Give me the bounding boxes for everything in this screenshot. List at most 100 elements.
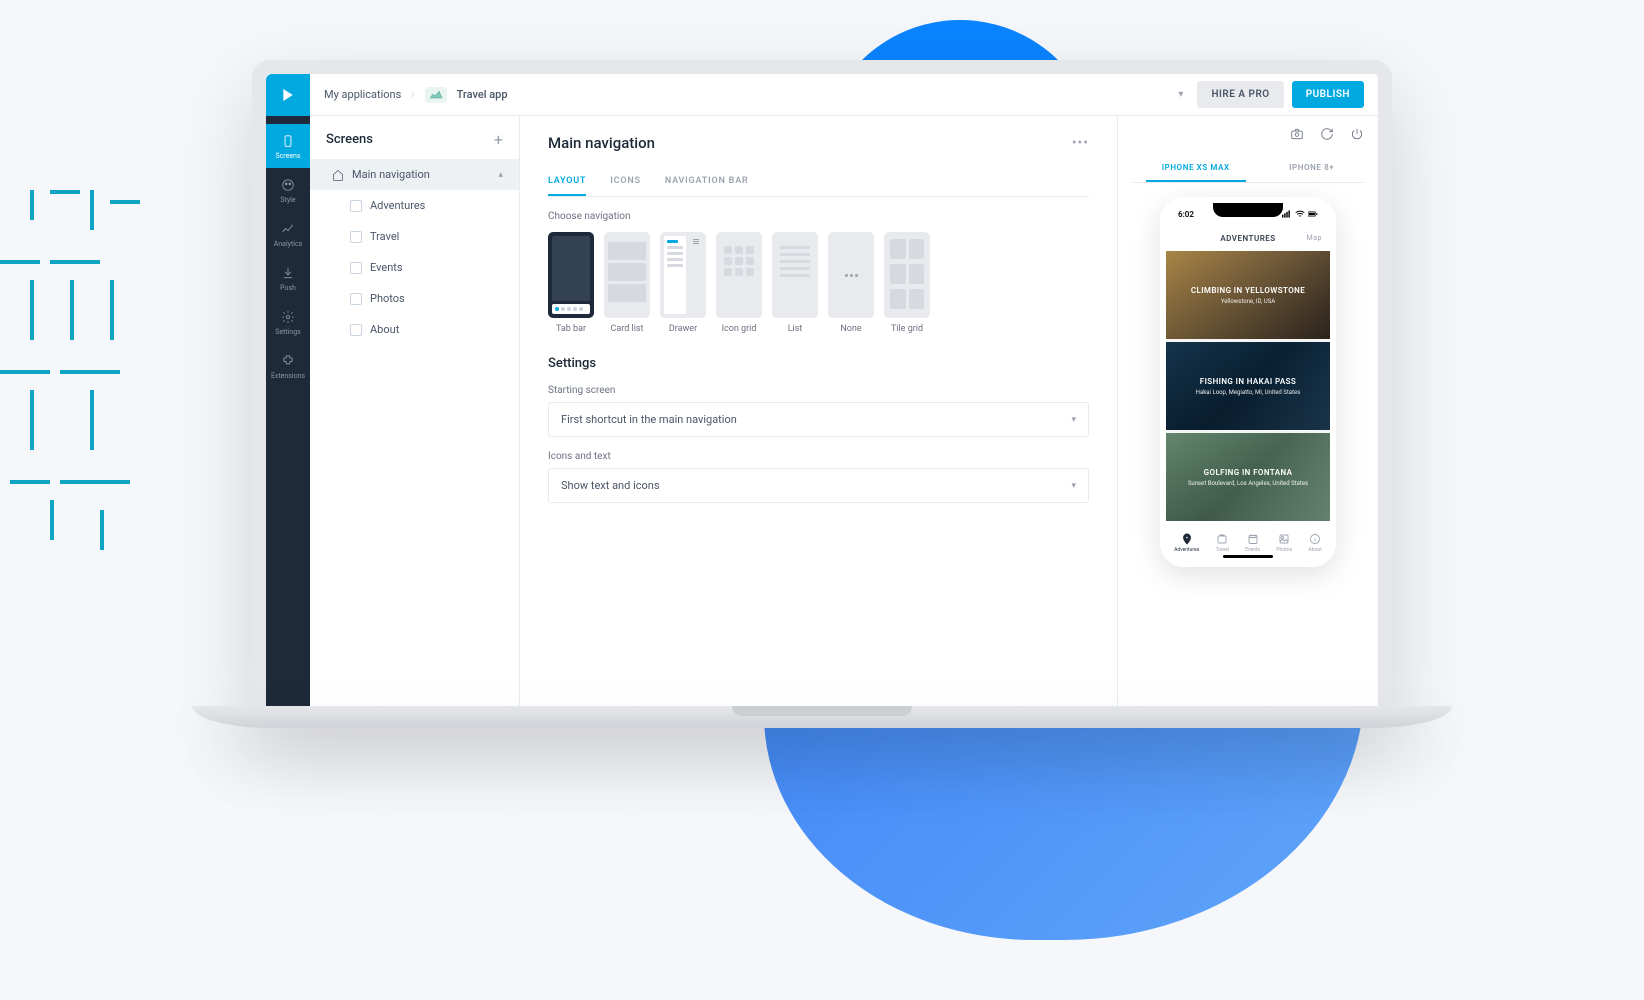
screen-item-adventures[interactable]: Adventures — [310, 190, 519, 221]
device-tab-8plus[interactable]: IPHONE 8+ — [1273, 155, 1350, 182]
adventure-card-fishing[interactable]: FISHING IN HAKAI PASS Hakai Loop, Megiat… — [1166, 342, 1330, 430]
phone-map-button[interactable]: Map — [1307, 234, 1322, 242]
phone-tab-events[interactable]: Events — [1245, 533, 1260, 553]
nav-option-label: Card list — [611, 324, 644, 334]
screen-item-travel[interactable]: Travel — [310, 221, 519, 252]
main-layout: Screens Style Analytics Push Settings — [266, 116, 1378, 720]
tab-label: Adventures — [1174, 547, 1199, 553]
rail-item-settings[interactable]: Settings — [266, 300, 310, 344]
push-icon — [280, 266, 296, 280]
phone-tab-about[interactable]: About — [1309, 533, 1322, 553]
choose-nav-label: Choose navigation — [548, 211, 1089, 222]
laptop-trackpad-notch — [732, 706, 912, 716]
refresh-icon[interactable] — [1320, 126, 1334, 145]
dropdown-chevron-icon[interactable]: ▾ — [1172, 83, 1189, 106]
power-icon[interactable] — [1350, 126, 1364, 145]
nav-option-tab-bar[interactable]: Tab bar — [548, 232, 594, 334]
nav-option-card-list[interactable]: Card list — [604, 232, 650, 334]
hire-pro-button[interactable]: HIRE A PRO — [1197, 81, 1283, 108]
battery-icon — [1308, 210, 1318, 218]
icons-text-select[interactable]: Show text and icons ▾ — [548, 468, 1089, 503]
nav-thumb-cardlist — [604, 232, 650, 318]
screen-icon — [350, 293, 362, 305]
screen-item-about[interactable]: About — [310, 314, 519, 345]
select-value: First shortcut in the main navigation — [561, 413, 737, 426]
nav-option-list[interactable]: List — [772, 232, 818, 334]
phone-content: CLIMBING IN YELLOWSTONE Yellowstone, ID,… — [1166, 251, 1330, 521]
rail-label: Settings — [275, 328, 301, 336]
screen-item-photos[interactable]: Photos — [310, 283, 519, 314]
nav-option-drawer[interactable]: Drawer — [660, 232, 706, 334]
photos-icon — [1278, 533, 1290, 545]
screen-item-label: Events — [370, 261, 403, 274]
breadcrumb-root[interactable]: My applications — [324, 88, 401, 101]
device-tab-xs-max[interactable]: IPHONE XS MAX — [1146, 155, 1246, 182]
phone-tab-travel[interactable]: Travel — [1216, 533, 1229, 553]
signal-icon — [1282, 210, 1292, 218]
home-icon — [332, 169, 344, 181]
nav-option-tile-grid[interactable]: Tile grid — [884, 232, 930, 334]
topbar: My applications › Travel app ▾ HIRE A PR… — [266, 74, 1378, 116]
rail-item-analytics[interactable]: Analytics — [266, 212, 310, 256]
rail-label: Analytics — [274, 240, 303, 248]
nav-thumb-none — [828, 232, 874, 318]
screen-item-label: About — [370, 323, 399, 336]
device-tabs: IPHONE XS MAX IPHONE 8+ — [1132, 155, 1364, 183]
field-icons-text: Icons and text Show text and icons ▾ — [548, 451, 1089, 503]
gear-icon — [280, 310, 296, 324]
nav-thumb-drawer — [660, 232, 706, 318]
nav-option-label: Drawer — [669, 324, 697, 334]
home-indicator — [1223, 555, 1273, 558]
breadcrumb-app-name[interactable]: Travel app — [457, 88, 508, 101]
app-logo[interactable] — [266, 74, 310, 116]
nav-option-label: List — [788, 324, 803, 334]
phone-header-title: ADVENTURES — [1220, 234, 1275, 243]
publish-button[interactable]: PUBLISH — [1292, 81, 1364, 108]
center-tabs: LAYOUT ICONS NAVIGATION BAR — [548, 168, 1089, 197]
rail-item-style[interactable]: Style — [266, 168, 310, 212]
adventure-card-climbing[interactable]: CLIMBING IN YELLOWSTONE Yellowstone, ID,… — [1166, 251, 1330, 339]
card-subtitle: Yellowstone, ID, USA — [1221, 298, 1275, 305]
rail-item-push[interactable]: Push — [266, 256, 310, 300]
screen-item-events[interactable]: Events — [310, 252, 519, 283]
card-title: CLIMBING IN YELLOWSTONE — [1191, 286, 1305, 295]
tab-layout[interactable]: LAYOUT — [548, 168, 586, 196]
add-screen-button[interactable]: + — [494, 130, 503, 149]
collapse-icon: ▴ — [498, 170, 503, 180]
starting-screen-select[interactable]: First shortcut in the main navigation ▾ — [548, 402, 1089, 437]
rail-label: Screens — [275, 152, 300, 160]
nav-option-none[interactable]: None — [828, 232, 874, 334]
topbar-actions: ▾ HIRE A PRO PUBLISH — [1172, 81, 1378, 108]
camera-icon[interactable] — [1290, 126, 1304, 145]
nav-thumb-icongrid — [716, 232, 762, 318]
phone-tab-adventures[interactable]: Adventures — [1174, 533, 1199, 553]
nav-thumb-tabbar — [548, 232, 594, 318]
chevron-right-icon: › — [411, 88, 414, 101]
breadcrumb: My applications › Travel app — [310, 87, 522, 103]
field-label: Icons and text — [548, 451, 1089, 462]
more-menu-button[interactable]: ••• — [1072, 135, 1089, 151]
tab-label: About — [1309, 547, 1322, 553]
adventure-card-golfing[interactable]: GOLFING IN FONTANA Sunset Boulevard, Los… — [1166, 433, 1330, 521]
style-icon — [280, 178, 296, 192]
pin-icon — [1181, 533, 1193, 545]
nav-option-label: Tab bar — [556, 324, 586, 334]
rail-item-screens[interactable]: Screens — [266, 124, 310, 168]
navigation-options: Tab bar Card list Drawer Icon grid — [548, 232, 1089, 334]
logo-icon — [280, 87, 296, 103]
tab-label: Events — [1245, 547, 1260, 553]
bg-decoration-dashes — [0, 190, 180, 560]
tab-icons[interactable]: ICONS — [610, 168, 641, 196]
phone-time: 6:02 — [1178, 210, 1194, 219]
page-title: Main navigation — [548, 134, 655, 152]
rail-item-extensions[interactable]: Extensions — [266, 344, 310, 388]
tab-navigation-bar[interactable]: NAVIGATION BAR — [665, 168, 749, 196]
screen-item-label: Main navigation — [352, 168, 430, 181]
info-icon — [1309, 533, 1321, 545]
calendar-icon — [1247, 533, 1259, 545]
phone-tab-photos[interactable]: Photos — [1276, 533, 1292, 553]
app-thumbnail-icon — [425, 87, 447, 103]
phone-mockup: 6:02 ADVENTURES Map — [1160, 197, 1336, 567]
screen-item-main-navigation[interactable]: Main navigation ▴ — [310, 159, 519, 190]
nav-option-icon-grid[interactable]: Icon grid — [716, 232, 762, 334]
